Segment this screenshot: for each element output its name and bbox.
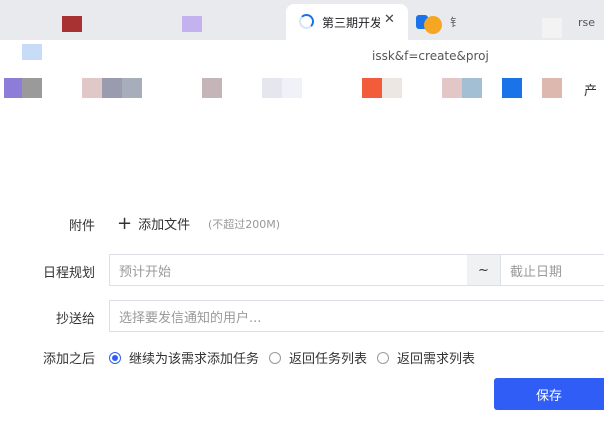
radio-unchecked-icon[interactable] [269,351,281,364]
bookmark-7[interactable] [262,78,282,98]
radio-task-list-label: 返回任务列表 [289,352,368,367]
loading-spinner-icon [299,14,314,29]
attachment-label: 附件 [68,219,95,234]
radio-return-story-list[interactable]: 返回需求列表 [377,348,475,367]
tab-favicon-purple[interactable] [182,16,202,32]
bookmark-label[interactable]: 产 [584,80,597,99]
bookmark-14[interactable] [542,78,562,98]
url-text[interactable]: issk&f=create&proj [372,49,489,63]
radio-unchecked-icon[interactable] [377,351,389,364]
bookmark-4[interactable] [102,78,122,98]
bookmark-2[interactable] [22,78,42,98]
cc-placeholder: 选择要发信通知的用户... [119,310,262,326]
end-date-input[interactable]: 截止日期 [500,254,604,286]
save-button[interactable]: 保存 [494,378,604,410]
bookmark-13[interactable] [502,78,522,98]
schedule-label: 日程规划 [42,266,95,281]
tab-2-title[interactable]: 钅 [450,14,461,30]
bookmark-12[interactable] [462,78,482,98]
cc-label: 抄送给 [55,312,95,327]
radio-checked-icon[interactable] [109,351,121,364]
file-size-hint: (不超过200M) [208,218,281,231]
plus-icon: + [117,212,133,234]
radio-continue-adding[interactable]: 继续为该需求添加任务 [109,348,259,367]
active-tab[interactable]: 第三期开发 ✕ [286,4,408,40]
bookmark-9[interactable] [362,78,382,98]
end-date-placeholder: 截止日期 [510,264,563,280]
start-date-input[interactable]: 预计开始 [109,254,468,286]
browser-tab-strip: 第三期开发 ✕ 钅 rse [0,0,604,40]
bookmark-8[interactable] [282,78,302,98]
bookmark-10[interactable] [382,78,402,98]
bookmark-6[interactable] [202,78,222,98]
bookmark-1[interactable] [4,78,22,98]
close-tab-icon[interactable]: ✕ [384,12,395,27]
bookmarks-bar: 产 [0,70,604,106]
start-date-placeholder: 预计开始 [119,264,172,280]
bookmark-3[interactable] [82,78,102,98]
radio-return-task-list[interactable]: 返回任务列表 [269,348,367,367]
tab-favicon-gray[interactable] [542,18,562,38]
tab-favicon-red[interactable] [62,16,82,32]
radio-continue-label: 继续为该需求添加任务 [129,352,260,367]
add-file-button[interactable]: + 添加文件 [117,214,190,233]
cc-user-select[interactable]: 选择要发信通知的用户... [109,300,604,332]
after-add-label: 添加之后 [42,352,95,367]
date-range-separator: ~ [467,254,500,286]
tab-favicon-orange[interactable] [424,16,442,34]
tab-3-title[interactable]: rse [578,16,595,29]
address-bar[interactable]: issk&f=create&proj [0,40,604,70]
site-icon [22,44,42,60]
active-tab-title: 第三期开发 [322,16,380,30]
bookmark-5[interactable] [122,78,142,98]
bookmark-11[interactable] [442,78,462,98]
add-file-label: 添加文件 [138,218,191,233]
radio-story-list-label: 返回需求列表 [397,352,476,367]
